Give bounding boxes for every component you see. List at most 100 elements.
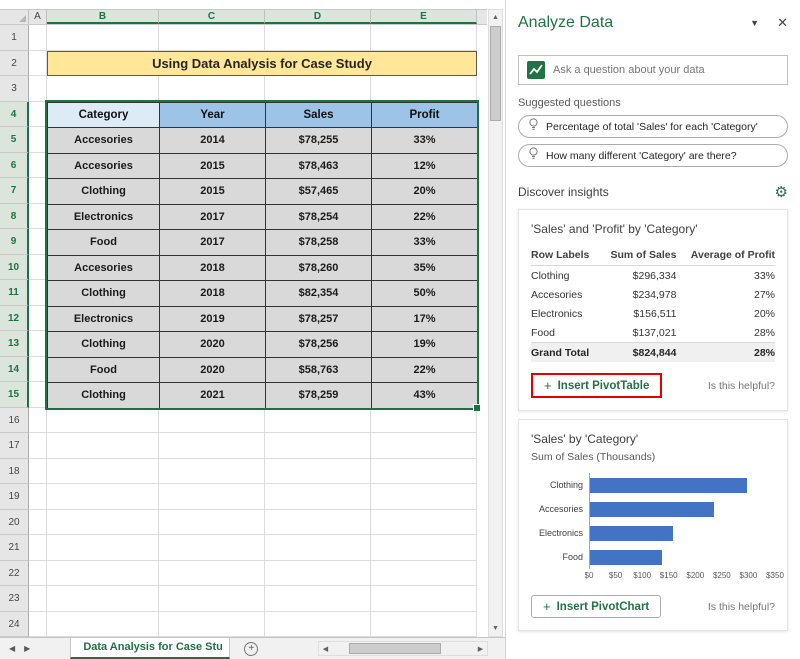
- cell[interactable]: [47, 586, 159, 612]
- cell[interactable]: [47, 459, 159, 485]
- table-cell[interactable]: $57,465: [266, 179, 372, 205]
- cell[interactable]: [265, 535, 371, 561]
- cell[interactable]: [47, 433, 159, 459]
- chart-bar[interactable]: [590, 502, 714, 517]
- table-cell[interactable]: 2020: [160, 357, 266, 383]
- cell[interactable]: [29, 561, 47, 587]
- insert-pivotchart-button[interactable]: + Insert PivotChart: [531, 595, 661, 618]
- scroll-left-icon[interactable]: ◀: [319, 645, 332, 653]
- row-header-2[interactable]: 2: [0, 51, 29, 77]
- table-cell[interactable]: $78,257: [266, 306, 372, 332]
- column-header-B[interactable]: B: [47, 10, 159, 24]
- cell[interactable]: [47, 25, 159, 51]
- chart-bar[interactable]: [590, 478, 747, 493]
- suggestion-pill-2[interactable]: How many different 'Category' are there?: [518, 144, 788, 167]
- cell[interactable]: [29, 51, 47, 77]
- horizontal-scroll-thumb[interactable]: [349, 643, 441, 654]
- chart-bar[interactable]: [590, 526, 673, 541]
- cell[interactable]: [159, 561, 265, 587]
- row-header-9[interactable]: 9: [0, 229, 29, 255]
- cell[interactable]: [29, 535, 47, 561]
- cell[interactable]: [265, 433, 371, 459]
- table-cell[interactable]: 2018: [160, 281, 266, 307]
- cell[interactable]: [159, 535, 265, 561]
- row-header-23[interactable]: 23: [0, 586, 29, 612]
- column-header-E[interactable]: E: [371, 10, 477, 24]
- cell[interactable]: [159, 510, 265, 536]
- cell[interactable]: [29, 127, 47, 153]
- cell[interactable]: [29, 612, 47, 638]
- cell[interactable]: [29, 510, 47, 536]
- table-header-profit[interactable]: Profit: [372, 102, 478, 128]
- cell[interactable]: [29, 586, 47, 612]
- cell[interactable]: [265, 586, 371, 612]
- cell[interactable]: [29, 459, 47, 485]
- horizontal-scroll-track[interactable]: [332, 642, 474, 655]
- table-cell[interactable]: Food: [48, 230, 160, 256]
- table-cell[interactable]: 2020: [160, 332, 266, 358]
- cell[interactable]: [159, 76, 265, 102]
- table-header-category[interactable]: Category: [48, 102, 160, 128]
- table-cell[interactable]: Clothing: [48, 332, 160, 358]
- table-header-sales[interactable]: Sales: [266, 102, 372, 128]
- table-cell[interactable]: 2014: [160, 128, 266, 154]
- question-input[interactable]: [553, 64, 779, 76]
- table-cell[interactable]: 2015: [160, 153, 266, 179]
- cell[interactable]: [371, 408, 477, 434]
- cell[interactable]: [159, 433, 265, 459]
- table-cell[interactable]: 43%: [372, 383, 478, 409]
- table-cell[interactable]: 33%: [372, 230, 478, 256]
- row-header-4[interactable]: 4: [0, 102, 29, 128]
- cell[interactable]: [29, 306, 47, 332]
- column-header-D[interactable]: D: [265, 10, 371, 24]
- cell[interactable]: [29, 153, 47, 179]
- table-cell[interactable]: $58,763: [266, 357, 372, 383]
- chart-bar[interactable]: [590, 550, 662, 565]
- table-cell[interactable]: Clothing: [48, 179, 160, 205]
- row-header-17[interactable]: 17: [0, 433, 29, 459]
- cell[interactable]: [29, 76, 47, 102]
- table-cell[interactable]: 19%: [372, 332, 478, 358]
- cell[interactable]: [47, 612, 159, 638]
- cell[interactable]: [29, 408, 47, 434]
- cell[interactable]: [371, 459, 477, 485]
- cell[interactable]: [47, 535, 159, 561]
- select-all-corner[interactable]: [0, 10, 29, 24]
- cell[interactable]: [29, 229, 47, 255]
- cell[interactable]: [265, 459, 371, 485]
- cell[interactable]: [47, 484, 159, 510]
- row-header-11[interactable]: 11: [0, 280, 29, 306]
- cell[interactable]: [371, 76, 477, 102]
- table-cell[interactable]: 22%: [372, 204, 478, 230]
- table-cell[interactable]: Electronics: [48, 306, 160, 332]
- cell[interactable]: [371, 535, 477, 561]
- ask-question-box[interactable]: [518, 55, 788, 85]
- cell[interactable]: [47, 76, 159, 102]
- cell[interactable]: [265, 76, 371, 102]
- new-sheet-button[interactable]: +: [244, 642, 258, 656]
- cell[interactable]: [371, 25, 477, 51]
- table-cell[interactable]: Clothing: [48, 383, 160, 409]
- cell[interactable]: [29, 102, 47, 128]
- table-cell[interactable]: Accesories: [48, 153, 160, 179]
- table-cell[interactable]: 2017: [160, 230, 266, 256]
- row-header-20[interactable]: 20: [0, 510, 29, 536]
- row-header-18[interactable]: 18: [0, 459, 29, 485]
- row-header-16[interactable]: 16: [0, 408, 29, 434]
- row-header-13[interactable]: 13: [0, 331, 29, 357]
- cell[interactable]: [29, 204, 47, 230]
- column-header-C[interactable]: C: [159, 10, 265, 24]
- table-cell[interactable]: $78,259: [266, 383, 372, 409]
- cell[interactable]: [29, 331, 47, 357]
- table-cell[interactable]: 20%: [372, 179, 478, 205]
- cell[interactable]: [371, 510, 477, 536]
- cell[interactable]: [29, 433, 47, 459]
- table-cell[interactable]: $78,255: [266, 128, 372, 154]
- table-cell[interactable]: $78,254: [266, 204, 372, 230]
- table-cell[interactable]: Accesories: [48, 255, 160, 281]
- tab-nav-left-icon[interactable]: ◀: [9, 644, 15, 653]
- cell[interactable]: [29, 280, 47, 306]
- table-cell[interactable]: 2021: [160, 383, 266, 409]
- table-cell[interactable]: Food: [48, 357, 160, 383]
- table-cell[interactable]: 33%: [372, 128, 478, 154]
